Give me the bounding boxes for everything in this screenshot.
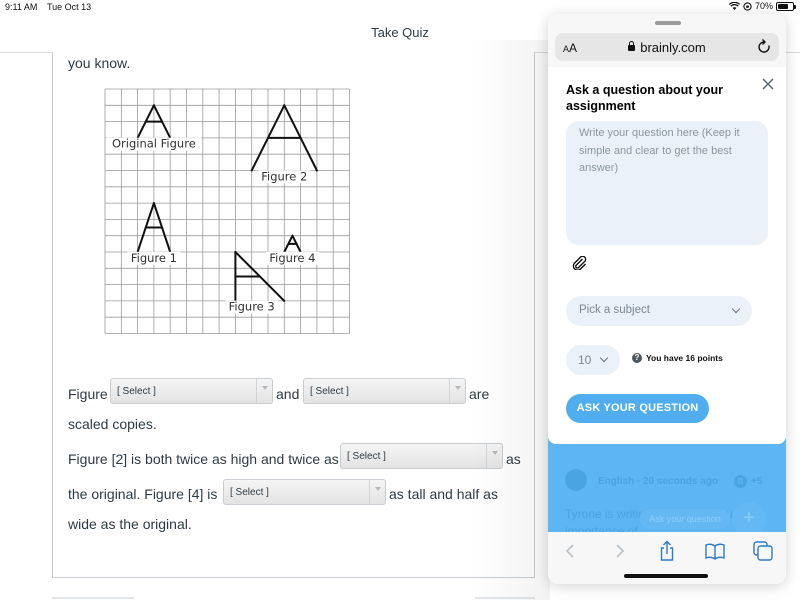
select-scale-value: [ Select ] xyxy=(230,487,269,498)
dropdown-arrow-icon xyxy=(449,379,465,403)
battery-icon xyxy=(776,1,796,11)
sentence2-prefix: Figure [2] is both twice as high and twi… xyxy=(68,451,339,467)
ask-your-question-pill[interactable]: Ask your question xyxy=(640,509,730,529)
brainly-points-icon: B xyxy=(734,475,747,488)
sentence2-line2-prefix: the original. Figure [4] is xyxy=(68,486,218,502)
avatar xyxy=(565,469,587,491)
sentence2-line3: wide as the original. xyxy=(68,516,192,532)
tabs-icon[interactable] xyxy=(752,540,774,562)
figures-graph: Original Figure Figure 2 Figure 1 Figure 4 F… xyxy=(104,88,352,336)
select-figure-a-value: [ Select ] xyxy=(117,386,156,397)
add-question-button[interactable]: + xyxy=(732,502,766,536)
address-bar[interactable]: AA brainly.com xyxy=(555,33,779,61)
subject-dropdown[interactable]: Pick a subject xyxy=(566,296,752,326)
sentence2-line2-suffix: as tall and half as xyxy=(389,486,498,502)
bookmarks-icon[interactable] xyxy=(704,540,726,562)
next-card-edge-left xyxy=(52,597,134,599)
sentence1-prefix: Figure xyxy=(68,386,108,402)
status-right: 70% xyxy=(728,1,796,11)
feed-meta: English · 20 seconds ago xyxy=(598,476,719,487)
next-card-edge-right xyxy=(475,597,535,599)
points-info-text: You have 16 points xyxy=(646,353,723,363)
feed-points: +5 xyxy=(751,476,763,487)
status-date: Tue Oct 13 xyxy=(47,2,92,12)
modal-title: Ask a question about your assignment xyxy=(566,83,723,113)
select-dimension-value: [ Select ] xyxy=(347,451,386,462)
ask-question-modal: Ask a question about your assignment Pic… xyxy=(548,67,786,444)
select-figure-b[interactable]: [ Select ] xyxy=(303,378,466,404)
points-info: ? You have 16 points xyxy=(632,353,723,363)
paperclip-icon[interactable] xyxy=(572,256,588,270)
orientation-lock-icon xyxy=(743,1,752,11)
select-scale[interactable]: [ Select ] xyxy=(223,479,386,505)
forward-icon[interactable] xyxy=(608,540,630,562)
sentence2-suffix: as xyxy=(506,451,521,467)
dropdown-arrow-icon xyxy=(369,480,385,504)
question-input[interactable] xyxy=(566,121,768,245)
chevron-down-icon xyxy=(731,304,741,314)
sentence1-middle: and xyxy=(276,386,300,402)
wifi-icon xyxy=(728,2,740,10)
reload-icon[interactable] xyxy=(757,39,771,54)
points-dropdown[interactable]: 10 xyxy=(566,345,620,375)
select-figure-a[interactable]: [ Select ] xyxy=(110,378,273,404)
label-figure1: Figure 1 xyxy=(131,251,177,265)
close-icon[interactable] xyxy=(760,76,776,92)
label-figure3: Figure 3 xyxy=(229,300,275,314)
dropdown-arrow-icon xyxy=(486,444,502,468)
brainly-slide-over: AA brainly.com Ask a question about your… xyxy=(548,14,786,584)
ask-question-button[interactable]: ASK YOUR QUESTION xyxy=(566,394,709,423)
host-text: brainly.com xyxy=(640,40,706,55)
address-host: brainly.com xyxy=(555,40,779,55)
help-icon[interactable]: ? xyxy=(632,353,642,363)
back-icon[interactable] xyxy=(560,540,582,562)
select-dimension[interactable]: [ Select ] xyxy=(340,443,503,469)
label-figure4: Figure 4 xyxy=(269,251,315,265)
label-figure2: Figure 2 xyxy=(261,169,307,183)
chevron-down-icon xyxy=(599,353,609,363)
slide-over-grabber[interactable] xyxy=(655,21,681,25)
sentence1-suffix: are xyxy=(469,386,490,402)
subject-placeholder: Pick a subject xyxy=(579,304,650,316)
question-feed-item: English · 20 seconds ago B +5 Tyrone is … xyxy=(548,444,786,538)
lock-icon xyxy=(628,41,636,51)
battery-percent: 70% xyxy=(754,1,773,11)
points-value: 10 xyxy=(578,353,592,367)
battery-fill xyxy=(778,3,788,9)
share-icon[interactable] xyxy=(656,540,678,562)
status-time: 9:11 AM xyxy=(5,2,38,12)
sentence1-line2: scaled copies. xyxy=(68,416,157,432)
home-indicator xyxy=(624,574,708,578)
select-figure-b-value: [ Select ] xyxy=(310,386,349,397)
dropdown-arrow-icon xyxy=(256,379,272,403)
label-original-figure: Original Figure xyxy=(112,137,196,151)
safari-toolbar xyxy=(548,532,786,584)
brainly-webview: Ask a question about your assignment Pic… xyxy=(548,67,786,538)
question-intro-tail: you know. xyxy=(68,55,131,71)
